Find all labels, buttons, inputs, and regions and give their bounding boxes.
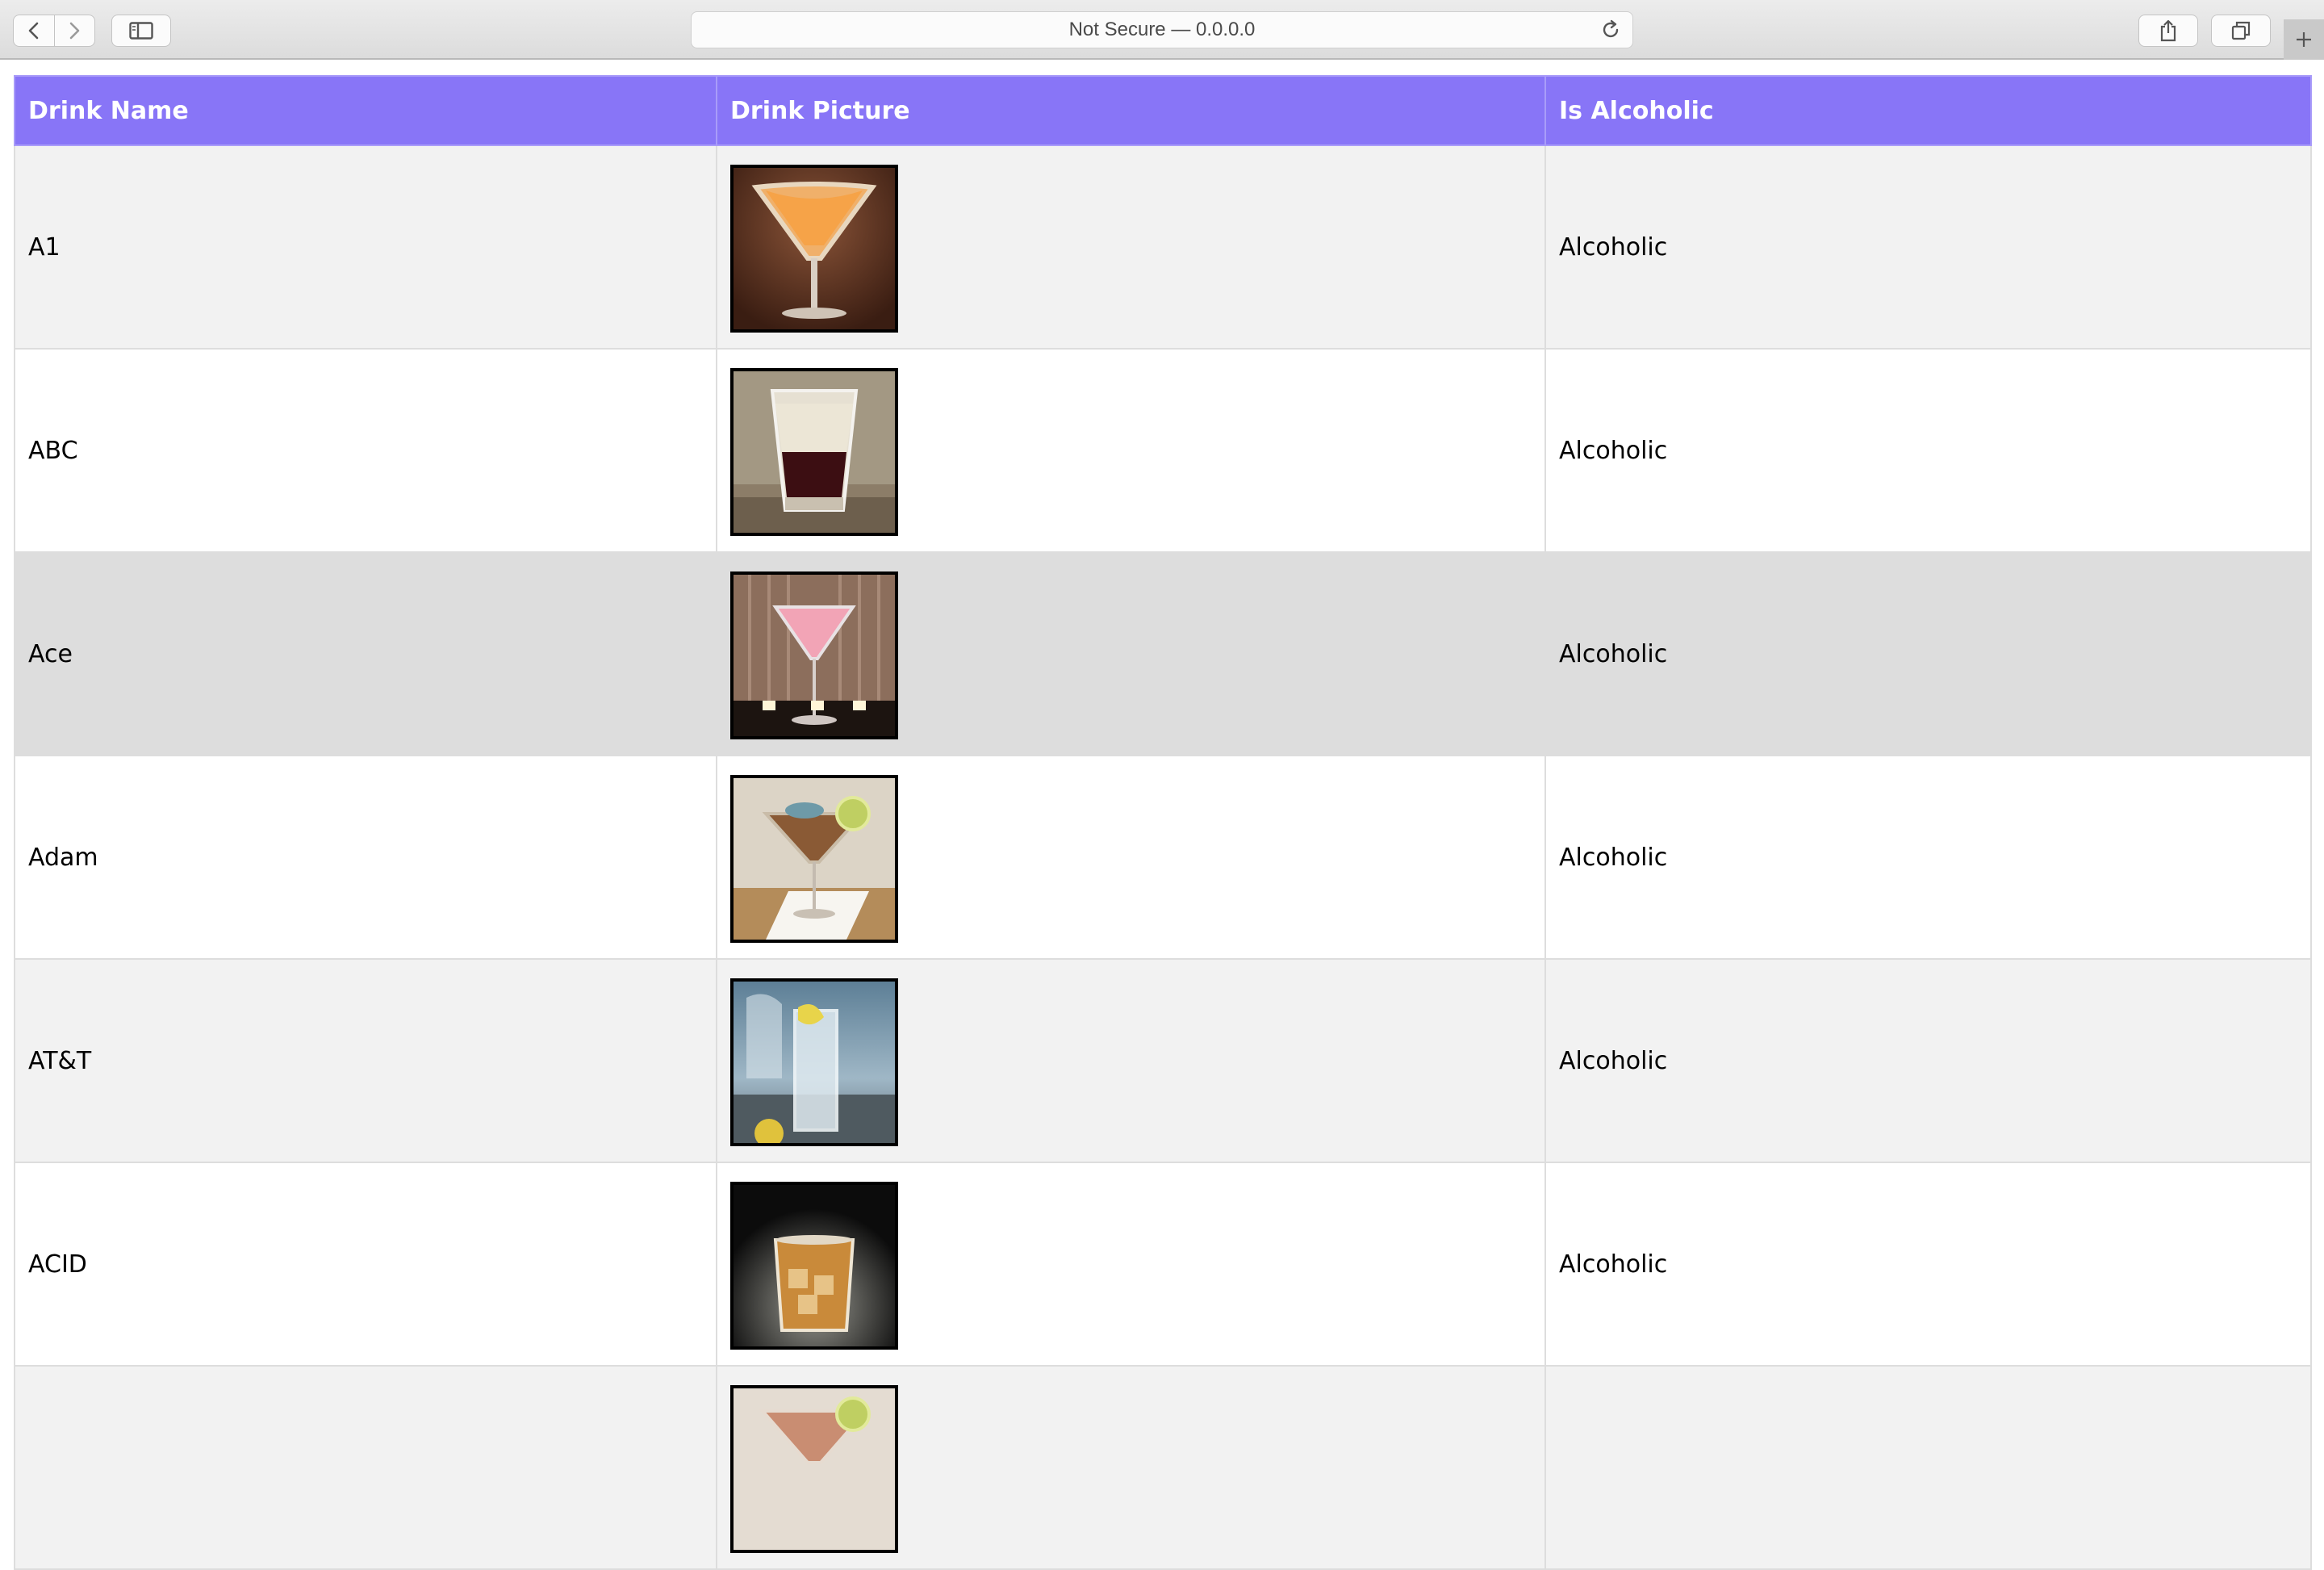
- share-icon: [2160, 19, 2176, 42]
- drink-name-cell: Adam: [14, 755, 717, 960]
- show-tabs-button[interactable]: [2211, 15, 2271, 47]
- is-alcoholic-cell: [1544, 1365, 2312, 1570]
- drink-picture-cell: [716, 1365, 1546, 1570]
- drinks-table-container: Drink Name Drink Picture Is Alcoholic A1: [14, 75, 2312, 1570]
- table-row[interactable]: AT&T Alcoholic: [14, 958, 2312, 1163]
- tabs-icon: [2231, 21, 2251, 40]
- plus-icon: [2297, 32, 2311, 47]
- drink-picture-cell: [716, 144, 1546, 350]
- share-button[interactable]: [2138, 15, 2198, 47]
- column-header-drink-name[interactable]: Drink Name: [14, 75, 717, 146]
- drink-name-cell: AT&T: [14, 958, 717, 1163]
- reload-icon[interactable]: [1600, 19, 1621, 40]
- drink-image[interactable]: [730, 978, 898, 1146]
- back-button[interactable]: [14, 15, 54, 46]
- address-text: Not Secure — 0.0.0.0: [1068, 19, 1256, 40]
- drinks-table: Drink Name Drink Picture Is Alcoholic A1: [14, 75, 2312, 1570]
- sidebar-icon: [129, 22, 153, 40]
- browser-toolbar: Not Secure — 0.0.0.0: [0, 0, 2324, 60]
- drink-image[interactable]: [730, 165, 898, 333]
- is-alcoholic-cell: Alcoholic: [1544, 551, 2312, 756]
- table-header-row: Drink Name Drink Picture Is Alcoholic: [14, 75, 2312, 146]
- address-bar[interactable]: Not Secure — 0.0.0.0: [691, 11, 1633, 48]
- is-alcoholic-cell: Alcoholic: [1544, 958, 2312, 1163]
- drink-image[interactable]: [730, 1182, 898, 1350]
- new-tab-button[interactable]: [2284, 19, 2324, 60]
- navigation-buttons: [13, 15, 95, 47]
- drink-name-cell: ACID: [14, 1162, 717, 1367]
- drink-image[interactable]: [730, 775, 898, 943]
- table-row[interactable]: [14, 1365, 2312, 1570]
- drink-name-cell: A1: [14, 144, 717, 350]
- is-alcoholic-cell: Alcoholic: [1544, 755, 2312, 960]
- drink-picture-cell: [716, 1162, 1546, 1367]
- drink-name-cell: Ace: [14, 551, 717, 756]
- column-header-drink-picture[interactable]: Drink Picture: [716, 75, 1546, 146]
- drink-picture-cell: [716, 755, 1546, 960]
- drink-name-cell: [14, 1365, 717, 1570]
- drink-picture-cell: [716, 551, 1546, 756]
- is-alcoholic-cell: Alcoholic: [1544, 348, 2312, 553]
- back-icon: [28, 22, 39, 40]
- drink-name-cell: ABC: [14, 348, 717, 553]
- table-row[interactable]: Ace Alcoholic: [14, 551, 2312, 756]
- is-alcoholic-cell: Alcoholic: [1544, 144, 2312, 350]
- column-header-is-alcoholic[interactable]: Is Alcoholic: [1544, 75, 2312, 146]
- forward-icon: [69, 22, 80, 40]
- drink-image[interactable]: [730, 368, 898, 536]
- drink-image[interactable]: [730, 1385, 898, 1553]
- table-row[interactable]: Adam Alcoholic: [14, 755, 2312, 960]
- table-row[interactable]: A1 Alcoholic: [14, 144, 2312, 350]
- sidebar-toggle-button[interactable]: [111, 15, 171, 47]
- drink-picture-cell: [716, 958, 1546, 1163]
- forward-button[interactable]: [53, 15, 95, 46]
- drink-picture-cell: [716, 348, 1546, 553]
- table-row[interactable]: ABC Alcoholic: [14, 348, 2312, 553]
- is-alcoholic-cell: Alcoholic: [1544, 1162, 2312, 1367]
- drink-image[interactable]: [730, 571, 898, 739]
- table-row[interactable]: ACID Alcoholic: [14, 1162, 2312, 1367]
